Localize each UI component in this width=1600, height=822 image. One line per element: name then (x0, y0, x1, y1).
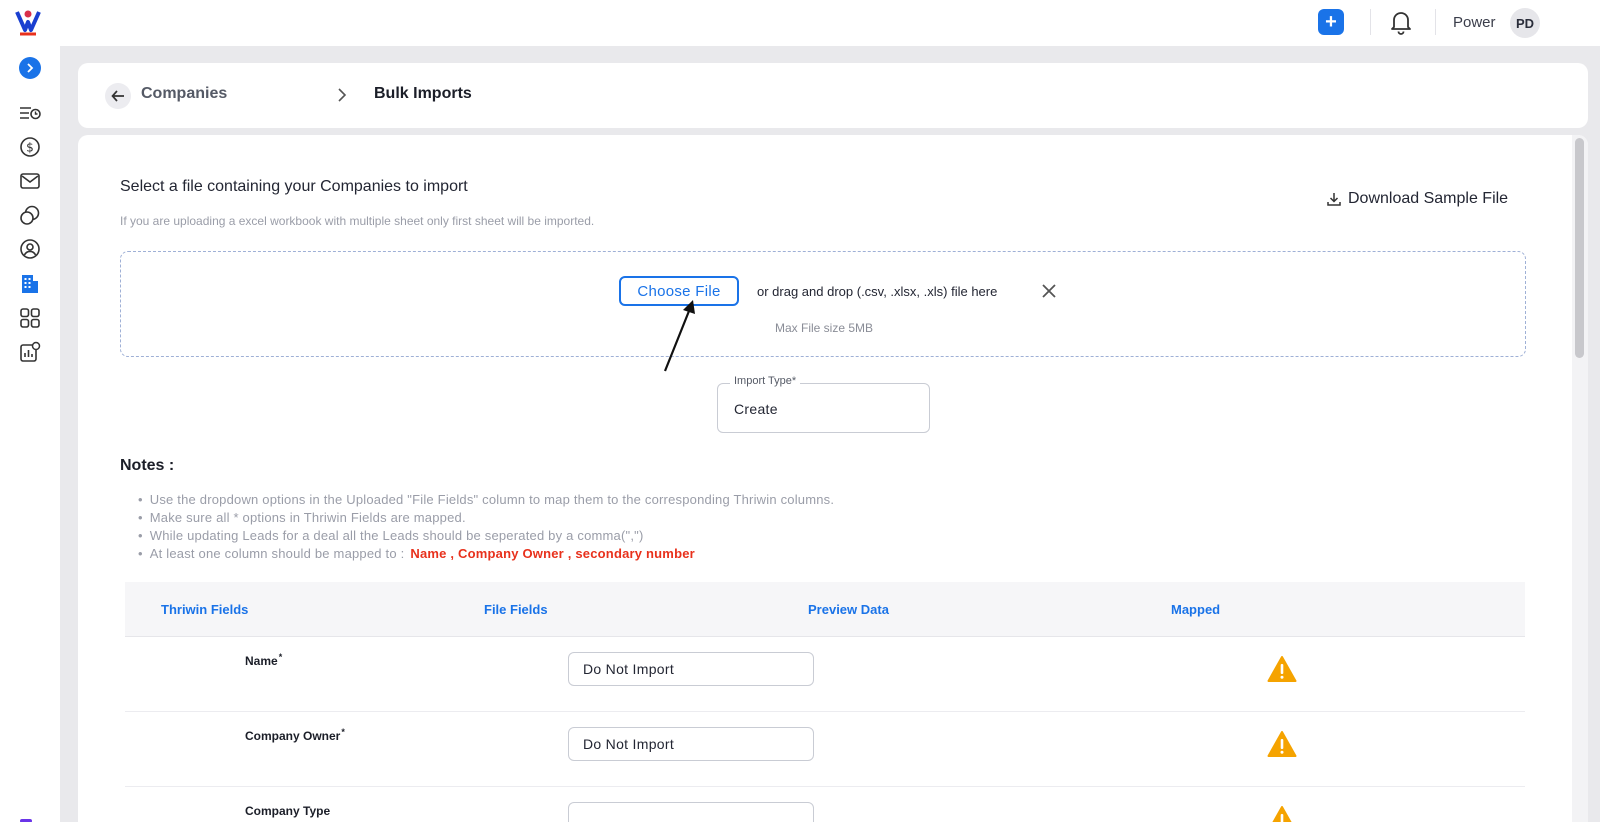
apps-grid-icon[interactable] (18, 306, 42, 330)
file-field-select[interactable] (568, 802, 814, 822)
upload-subtitle: If you are uploading a excel workbook wi… (120, 214, 595, 228)
contact-icon[interactable] (18, 237, 42, 261)
chevron-right-icon (27, 63, 34, 73)
field-name: Company Type (245, 804, 331, 818)
list-item: While updating Leads for a deal all the … (138, 527, 834, 545)
close-icon[interactable] (1042, 284, 1056, 298)
warning-icon (1267, 656, 1297, 682)
column-header: File Fields (484, 602, 548, 617)
scrollbar-thumb[interactable] (1575, 138, 1584, 358)
import-type-label: Import Type* (730, 375, 801, 387)
avatar[interactable]: PD (1510, 8, 1540, 38)
dollar-icon[interactable]: $ (18, 135, 42, 159)
mapping-table-header: Thriwin Fields File Fields Preview Data … (125, 582, 1525, 637)
required-fields-text: Name , Company Owner , secondary number (410, 546, 695, 561)
breadcrumb: Companies Bulk Imports (78, 63, 1588, 128)
max-file-size: Max File size 5MB (775, 321, 874, 335)
warning-icon (1272, 806, 1292, 822)
download-sample-label: Download Sample File (1348, 190, 1509, 207)
drag-drop-text: or drag and drop (.csv, .xlsx, .xls) fil… (757, 284, 998, 299)
divider (1370, 9, 1371, 35)
activity-list-icon[interactable] (18, 101, 42, 125)
field-name: Name* (245, 652, 283, 668)
file-field-select[interactable]: Do Not Import (568, 727, 814, 761)
list-item: At least one column should be mapped to … (138, 545, 834, 563)
arrow-left-icon (111, 90, 124, 102)
page-title: Bulk Imports (374, 85, 472, 102)
import-type-select[interactable]: Import Type* Create (717, 375, 930, 433)
notification-bell-icon[interactable] (1389, 9, 1413, 35)
pointer-arrow-icon (663, 300, 695, 372)
companies-building-icon[interactable] (18, 272, 42, 296)
field-name: Company Owner* (245, 727, 345, 743)
import-type-value: Create (734, 401, 778, 417)
divider (1435, 9, 1436, 35)
upload-title: Select a file containing your Companies … (120, 178, 468, 195)
chevron-right-icon (338, 88, 347, 102)
warning-icon (1267, 731, 1297, 757)
top-bar: + Power PD (0, 0, 1600, 46)
file-dropzone[interactable]: Choose File or drag and drop (.csv, .xls… (120, 251, 1526, 357)
sidebar: $ (0, 46, 60, 822)
table-row: Company Owner* Do Not Import (125, 712, 1525, 787)
add-new-button[interactable]: + (1318, 9, 1344, 35)
breadcrumb-companies-link[interactable]: Companies (141, 85, 227, 103)
list-item: Use the dropdown options in the Uploaded… (138, 491, 834, 509)
download-sample-button[interactable]: Download Sample File (1326, 190, 1508, 208)
mail-icon[interactable] (18, 169, 42, 193)
svg-text:$: $ (26, 141, 34, 155)
table-row: Name* Do Not Import (125, 637, 1525, 712)
column-header: Thriwin Fields (161, 602, 249, 617)
user-name[interactable]: Power (1453, 14, 1496, 31)
back-button[interactable] (105, 83, 131, 109)
list-item: Make sure all * options in Thriwin Field… (138, 509, 834, 527)
download-icon (1327, 193, 1341, 206)
sidebar-expand-button[interactable] (19, 57, 41, 79)
column-header: Preview Data (808, 602, 889, 617)
notes-list: Use the dropdown options in the Uploaded… (138, 491, 834, 563)
column-header: Mapped (1171, 602, 1221, 617)
import-panel: Select a file containing your Companies … (78, 135, 1588, 822)
file-field-select[interactable]: Do Not Import (568, 652, 814, 686)
app-logo-icon[interactable] (12, 6, 44, 38)
notes-title: Notes : (120, 457, 175, 474)
table-row: Company Type (125, 787, 1525, 822)
chat-icon[interactable] (18, 203, 42, 227)
analytics-settings-icon[interactable] (18, 340, 42, 364)
